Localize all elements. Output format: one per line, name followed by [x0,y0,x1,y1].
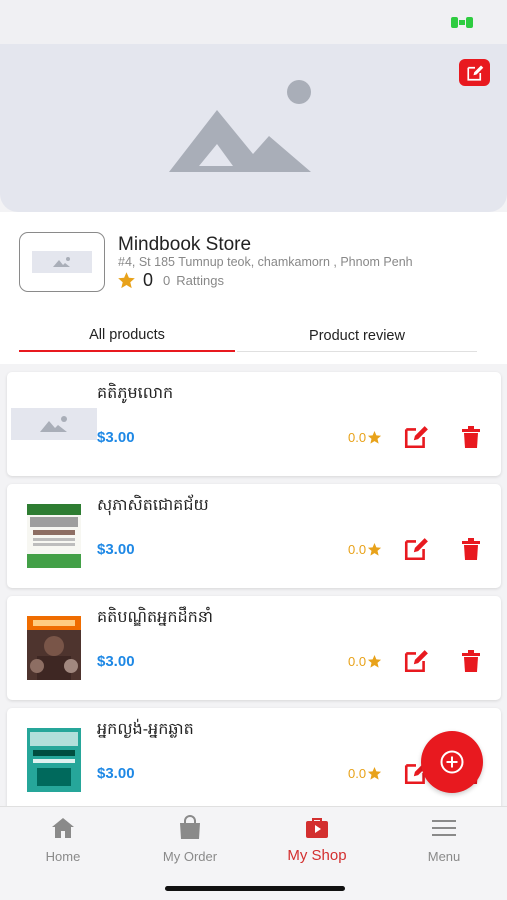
product-card[interactable]: សុភាសិតជោគជ័យ $3.00 0.0 [7,484,501,588]
product-name: អ្នកល្ងង់-អ្នកឆ្លាត [97,721,194,738]
delete-product-button[interactable] [461,650,481,672]
product-name: គតិបណ្ឌិតអ្នកដឹកនាំ [97,609,214,626]
nav-my-order[interactable]: My Order [135,815,245,864]
product-rating: 0.0 [348,542,382,557]
edit-product-button[interactable] [403,536,429,562]
product-price: $3.00 [97,765,135,782]
nav-my-order-label: My Order [162,849,218,864]
product-rating-value: 0.0 [348,766,367,781]
product-price: $3.00 [97,653,135,670]
product-tabs: All products Product review [0,320,507,364]
add-circle-icon [440,750,464,774]
product-thumbnail [11,408,97,440]
rating-count: 0 [163,272,171,288]
product-card[interactable]: គតិបណ្ឌិតអ្នកដឹកនាំ $3.00 0.0 [7,596,501,700]
edit-icon [466,65,483,81]
store-info: Mindbook Store #4, St 185 Tumnup teok, c… [0,212,507,320]
menu-icon [432,820,456,836]
store-name: Mindbook Store [118,234,252,255]
rating-value: 0 [143,269,154,290]
image-placeholder-icon [169,80,311,172]
edit-product-button[interactable] [403,648,429,674]
star-icon [368,654,382,668]
rating-label: Rattings [176,272,224,288]
product-price: $3.00 [97,429,135,446]
nav-my-shop[interactable]: My Shop [262,815,372,864]
tab-product-review[interactable]: Product review [237,320,477,352]
product-name: សុភាសិតជោគជ័យ [97,497,209,514]
nav-home-label: Home [45,849,81,864]
star-icon [368,430,382,444]
product-rating: 0.0 [348,654,382,669]
image-placeholder-icon [40,416,67,432]
delete-product-button[interactable] [461,426,481,448]
nav-home[interactable]: Home [8,815,118,864]
tab-all-products[interactable]: All products [19,320,235,352]
shopping-bag-icon [180,815,200,839]
nav-menu-label: Menu [427,849,461,864]
store-logo[interactable] [19,232,105,292]
product-thumbnail [27,504,81,568]
product-price: $3.00 [97,541,135,558]
product-rating-value: 0.0 [348,542,367,557]
star-icon [368,542,382,556]
product-name: គតិភូមលោក [97,385,174,402]
nav-my-shop-label: My Shop [287,847,347,864]
home-indicator [165,886,345,891]
status-bar [0,0,507,44]
product-rating: 0.0 [348,766,382,781]
delete-product-button[interactable] [461,538,481,560]
image-placeholder-icon [53,257,70,267]
product-thumbnail [27,728,81,792]
home-icon [52,818,74,838]
nav-menu[interactable]: Menu [389,815,499,864]
add-product-button[interactable] [421,731,483,793]
shop-icon [306,818,328,838]
store-rating: 0 0 Rattings [117,268,224,292]
star-icon [118,271,135,288]
product-rating-value: 0.0 [348,430,367,445]
product-thumbnail [27,616,81,680]
store-address: #4, St 185 Tumnup teok, chamkamorn , Phn… [118,255,413,269]
edit-cover-button[interactable] [459,59,490,86]
product-rating-value: 0.0 [348,654,367,669]
star-icon [368,766,382,780]
product-rating: 0.0 [348,430,382,445]
battery-icon [451,17,473,28]
edit-product-button[interactable] [403,424,429,450]
product-card[interactable]: គតិភូមលោក $3.00 0.0 [7,372,501,476]
store-cover [0,44,507,212]
